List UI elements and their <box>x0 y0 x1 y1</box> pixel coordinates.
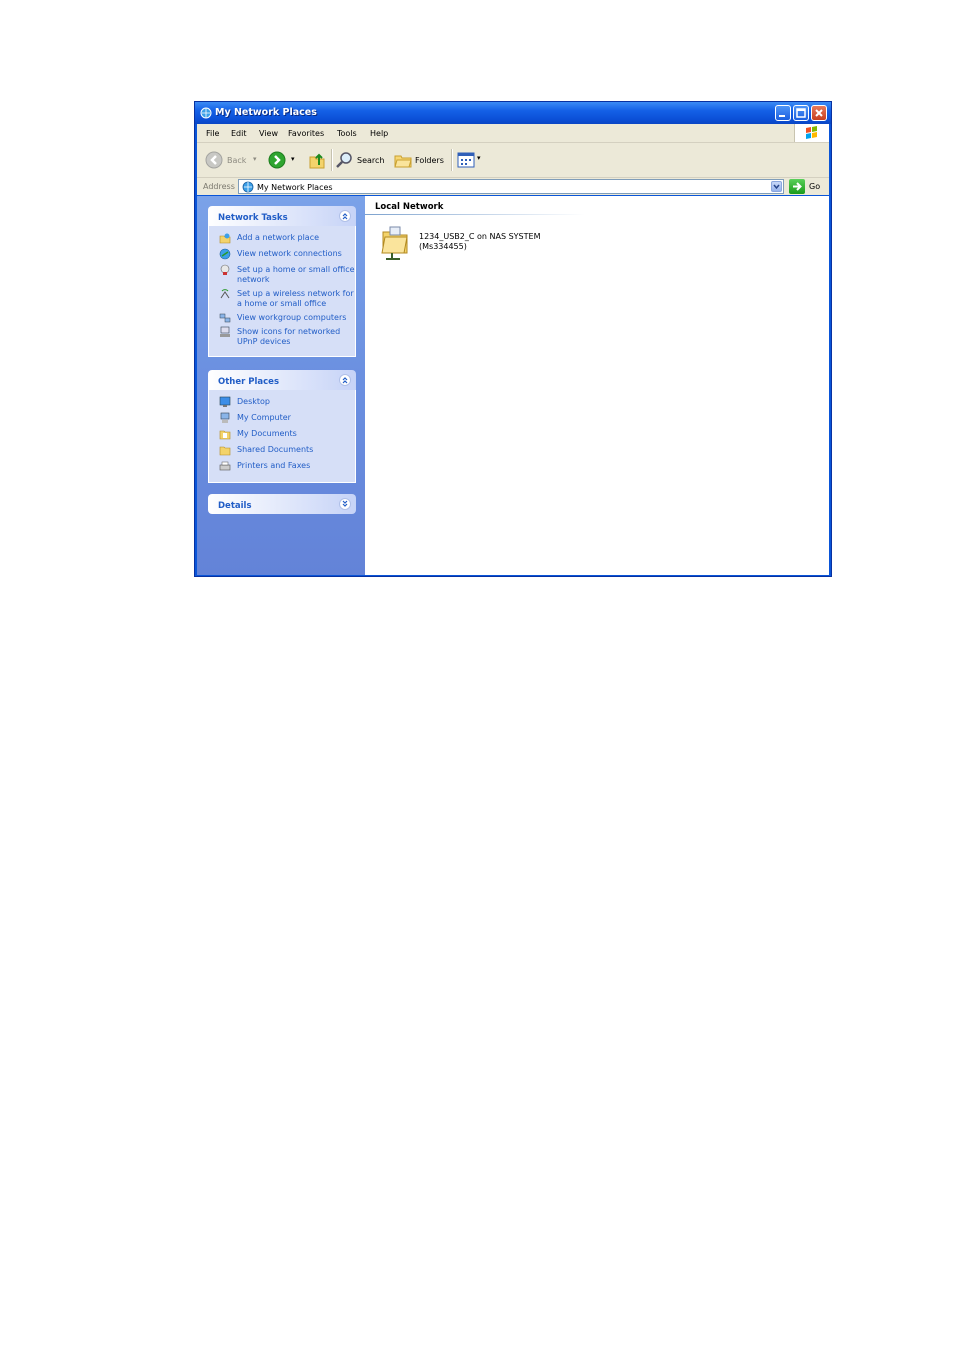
search-icon <box>336 152 352 168</box>
views-dropdown-icon[interactable]: ▾ <box>477 154 481 162</box>
other-places-body: Desktop My Computer My Documents Shared … <box>208 390 356 483</box>
address-label: Address <box>203 182 235 191</box>
desktop-icon <box>219 396 231 407</box>
forward-button[interactable]: ▾ <box>267 150 301 170</box>
network-share-label: 1234_USB2_C on NAS SYSTEM (Ms334455) <box>419 232 540 252</box>
collapse-icon[interactable] <box>339 210 351 222</box>
menu-view[interactable]: View <box>259 129 278 138</box>
task-label: Show icons for networked UPnP devices <box>237 327 341 346</box>
toolbar: Back ▾ ▾ Search Folders ▾ <box>197 143 829 178</box>
folders-label: Folders <box>415 156 444 165</box>
back-arrow-icon <box>205 151 223 169</box>
chevron-down-icon <box>773 184 780 190</box>
maximize-icon <box>796 108 806 118</box>
menu-edit[interactable]: Edit <box>231 129 247 138</box>
place-label: Shared Documents <box>237 445 314 454</box>
printers-faxes-icon <box>219 461 231 471</box>
views-button[interactable]: ▾ <box>457 152 485 170</box>
menu-bar: File Edit View Favorites Tools Help <box>197 124 829 143</box>
windows-logo <box>794 124 829 142</box>
my-computer-icon <box>220 412 230 423</box>
go-arrow-icon <box>793 182 802 191</box>
place-label: My Documents <box>237 429 297 438</box>
close-icon <box>815 109 823 117</box>
address-dropdown-button[interactable] <box>771 181 782 192</box>
other-places-header[interactable]: Other Places <box>208 370 356 390</box>
address-bar: Address My Network Places Go <box>197 178 829 195</box>
minimize-icon <box>779 115 785 117</box>
group-title: Local Network <box>375 202 444 212</box>
task-label: View workgroup computers <box>237 313 347 322</box>
other-places-title: Other Places <box>218 377 279 387</box>
title-bar[interactable]: My Network Places <box>195 102 831 124</box>
address-input[interactable]: My Network Places <box>238 179 784 194</box>
search-button[interactable]: Search <box>335 150 385 170</box>
windows-flag-icon <box>806 126 817 139</box>
task-label: View network connections <box>237 249 342 258</box>
minimize-button[interactable] <box>775 105 791 121</box>
window-title: My Network Places <box>215 107 317 118</box>
back-label: Back <box>227 156 247 165</box>
collapse-icon[interactable] <box>339 374 351 386</box>
place-label: Desktop <box>237 397 270 406</box>
address-value: My Network Places <box>257 183 333 192</box>
task-label: Set up a home or small office network <box>237 265 355 284</box>
toolbar-separator <box>451 149 453 171</box>
network-tasks-title: Network Tasks <box>218 213 288 223</box>
menu-tools[interactable]: Tools <box>337 129 357 138</box>
place-label: My Computer <box>237 413 291 422</box>
network-share-folder-icon <box>381 226 408 260</box>
up-folder-icon <box>309 153 325 169</box>
add-network-place-icon <box>219 233 231 244</box>
back-dropdown-icon[interactable]: ▾ <box>253 155 257 163</box>
menu-favorites[interactable]: Favorites <box>288 129 324 138</box>
details-header[interactable]: Details <box>208 494 356 514</box>
content-pane: Local Network 1234_USB2_C on NAS SYSTEM … <box>365 196 829 575</box>
views-icon <box>457 152 475 168</box>
shared-documents-icon <box>219 446 231 456</box>
go-button[interactable] <box>789 179 805 194</box>
my-documents-icon <box>219 430 231 440</box>
forward-arrow-icon <box>268 151 286 169</box>
details-panel: Details <box>208 494 356 514</box>
forward-dropdown-icon[interactable]: ▾ <box>291 155 295 163</box>
search-label: Search <box>357 156 385 165</box>
place-label: Printers and Faxes <box>237 461 311 470</box>
network-tasks-header[interactable]: Network Tasks <box>208 206 356 226</box>
network-places-icon <box>242 181 254 193</box>
other-places-panel: Other Places Desktop My Computer My Docu… <box>208 370 356 483</box>
expand-icon[interactable] <box>339 498 351 510</box>
close-button[interactable] <box>811 105 827 121</box>
task-label: Add a network place <box>237 233 320 242</box>
network-tasks-body: Add a network place View network connect… <box>208 226 356 357</box>
share-name: 1234_USB2_C on NAS SYSTEM <box>419 232 541 241</box>
maximize-button[interactable] <box>793 105 809 121</box>
group-divider <box>365 214 585 215</box>
menu-help[interactable]: Help <box>370 129 388 138</box>
network-places-icon <box>200 107 212 119</box>
details-title: Details <box>218 501 252 511</box>
explorer-window: My Network Places File Edit View Favorit… <box>194 101 832 577</box>
task-pane: Network Tasks Add a network place View n… <box>197 196 365 575</box>
upnp-devices-icon <box>220 326 230 337</box>
network-tasks-panel: Network Tasks Add a network place View n… <box>208 206 356 357</box>
up-folder-button[interactable] <box>307 150 327 170</box>
workgroup-computers-icon <box>219 313 231 323</box>
go-label[interactable]: Go <box>809 182 820 191</box>
home-network-setup-icon <box>220 264 230 275</box>
folders-button[interactable]: Folders <box>393 150 445 170</box>
wireless-network-icon <box>220 289 230 299</box>
task-label: Set up a wireless network for a home or … <box>237 289 354 308</box>
network-connections-icon <box>219 248 231 260</box>
menu-file[interactable]: File <box>206 129 219 138</box>
share-host: (Ms334455) <box>419 242 467 251</box>
toolbar-separator <box>331 149 333 171</box>
back-button[interactable]: Back ▾ <box>203 150 261 170</box>
folders-icon <box>394 155 412 168</box>
